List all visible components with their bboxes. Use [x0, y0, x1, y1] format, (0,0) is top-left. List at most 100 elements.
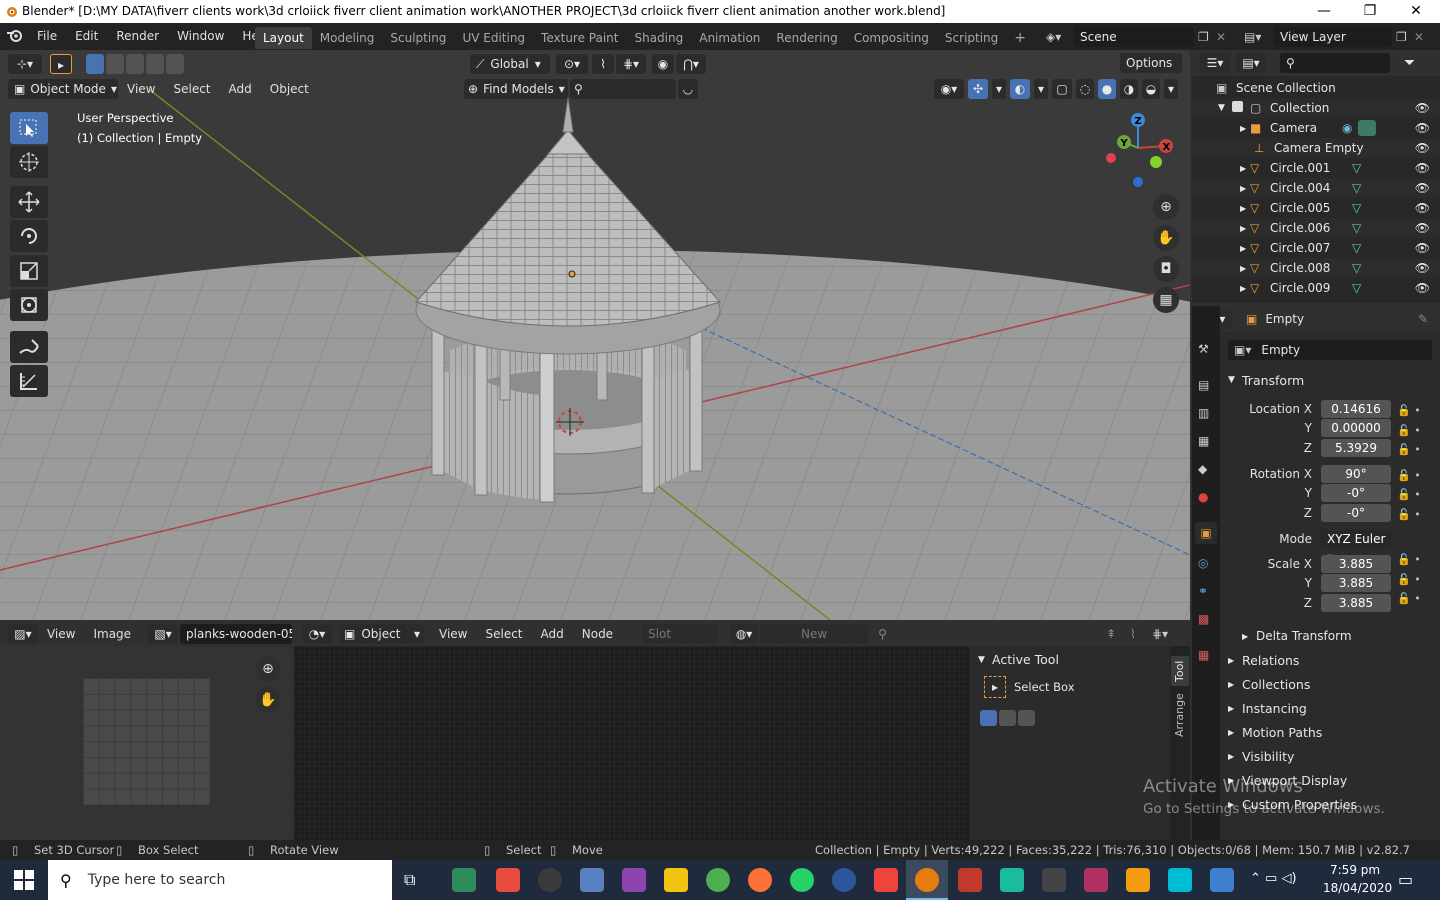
- expand-arrow-icon[interactable]: ▶: [1228, 752, 1242, 761]
- app-icon-5[interactable]: [958, 868, 982, 892]
- camera-view-icon[interactable]: ◘: [1153, 256, 1179, 282]
- scale-z-field[interactable]: 3.885: [1321, 594, 1391, 612]
- scale-x-field[interactable]: 3.885: [1321, 555, 1391, 573]
- falloff-dropdown[interactable]: ⋂▾: [676, 54, 706, 74]
- snap-toggle[interactable]: ⌇: [592, 54, 614, 74]
- image-browse-button[interactable]: ▧▾: [148, 624, 179, 644]
- tab-tool[interactable]: Tool: [1171, 656, 1189, 686]
- expand-arrow-icon[interactable]: ▶: [1240, 244, 1250, 253]
- 3d-viewport[interactable]: ⊹▾ ▸ ⟋Global▾ ⊙▾ ⌇ ⋕▾ ◉ ⋂▾ Options ▾ ▣Ob…: [0, 50, 1190, 620]
- scale-y-field[interactable]: 3.885: [1321, 574, 1391, 592]
- pivot-dropdown[interactable]: ⊙▾: [556, 54, 588, 74]
- pin-icon[interactable]: ⚲: [878, 627, 887, 641]
- tab-sculpting[interactable]: Sculpting: [382, 27, 454, 49]
- unity-icon[interactable]: [1042, 868, 1066, 892]
- select-tool-icon[interactable]: ▸: [50, 54, 72, 74]
- parent-node-icon[interactable]: ⇞: [1106, 627, 1116, 641]
- location-x-field[interactable]: 0.14616: [1321, 400, 1391, 418]
- tool-select-box[interactable]: [10, 112, 48, 144]
- visibility-eye-icon[interactable]: 👁: [1415, 241, 1430, 255]
- location-z-field[interactable]: 5.3929: [1321, 439, 1391, 457]
- notification-icon[interactable]: ▭: [1398, 870, 1413, 889]
- add-workspace-button[interactable]: +: [1006, 27, 1034, 49]
- tab-texture-paint[interactable]: Texture Paint: [533, 27, 626, 49]
- viewport-search-field[interactable]: ⚲: [570, 79, 676, 99]
- object-data-icon[interactable]: ▣▾: [1234, 343, 1251, 357]
- view-layer-field[interactable]: View Layer: [1274, 26, 1392, 47]
- app-icon-10[interactable]: [1210, 868, 1234, 892]
- active-tool-panel[interactable]: Active Tool: [992, 652, 1059, 667]
- outliner-item-camera[interactable]: Camera: [1270, 121, 1317, 135]
- visibility-eye-icon[interactable]: 👁: [1415, 101, 1430, 115]
- outliner-editor-type[interactable]: ☰▾: [1200, 53, 1230, 73]
- visibility-eye-icon[interactable]: 👁: [1415, 181, 1430, 195]
- view-layer-icon[interactable]: ▤▾: [1244, 30, 1274, 44]
- app-icon-9[interactable]: [1168, 868, 1192, 892]
- minimize-button[interactable]: —: [1301, 0, 1347, 23]
- zoom-icon[interactable]: ⊕: [1153, 194, 1179, 220]
- pin-icon[interactable]: ✎: [1418, 312, 1428, 326]
- visibility-panel[interactable]: Visibility: [1242, 749, 1294, 764]
- tool-move[interactable]: [10, 186, 48, 218]
- visibility-eye-icon[interactable]: 👁: [1415, 121, 1430, 135]
- expand-arrow-icon[interactable]: ▼: [1218, 103, 1232, 113]
- xray-toggle[interactable]: ▢: [1052, 79, 1072, 99]
- copy-view-layer-icon[interactable]: ❐: [1396, 30, 1414, 44]
- physics-tab-icon[interactable]: ◎: [1198, 556, 1208, 570]
- app-icon-7[interactable]: [1084, 868, 1108, 892]
- world-tab-icon[interactable]: ●: [1198, 490, 1208, 504]
- tab-arrange[interactable]: Arrange: [1171, 692, 1189, 738]
- lock-icons-column[interactable]: 🔓 • 🔓 • 🔓 • 🔓 • 🔓 • 🔓 • 🔓 • 🔓 • 🔓 •: [1397, 401, 1421, 609]
- outliner-item-circle-001[interactable]: Circle.001: [1270, 161, 1330, 175]
- scene-icon[interactable]: ◈▾: [1046, 30, 1074, 44]
- image-name-field[interactable]: planks-wooden-05-c...: [180, 624, 292, 644]
- texture-tab-icon[interactable]: ▦: [1198, 648, 1209, 662]
- collections-panel[interactable]: Collections: [1242, 677, 1310, 692]
- visibility-eye-icon[interactable]: 👁: [1415, 221, 1430, 235]
- expand-arrow-icon[interactable]: ▼: [978, 655, 992, 665]
- outliner-scene-collection[interactable]: Scene Collection: [1236, 81, 1336, 95]
- editor-type-icon[interactable]: ⊹▾: [8, 54, 42, 74]
- outliner-item-circle-007[interactable]: Circle.007: [1270, 241, 1330, 255]
- word-icon[interactable]: [832, 868, 856, 892]
- expand-arrow-icon[interactable]: ▶: [1242, 632, 1256, 641]
- snap-icon[interactable]: ⌇: [1130, 627, 1136, 641]
- expand-arrow-icon[interactable]: ▶: [1240, 204, 1250, 213]
- mode-invert-icon[interactable]: [146, 54, 164, 74]
- mode-subtract-icon[interactable]: [1018, 710, 1035, 726]
- tab-scripting[interactable]: Scripting: [937, 27, 1006, 49]
- whatsapp-icon[interactable]: [790, 868, 814, 892]
- menu-render[interactable]: Render: [107, 23, 168, 50]
- expand-arrow-icon[interactable]: ▶: [1228, 656, 1242, 665]
- copy-scene-icon[interactable]: ❐: [1198, 30, 1216, 44]
- visibility-eye-icon[interactable]: 👁: [1415, 161, 1430, 175]
- maximize-button[interactable]: ❐: [1347, 0, 1393, 23]
- tab-shading[interactable]: Shading: [626, 27, 691, 49]
- expand-arrow-icon[interactable]: ▶: [1240, 184, 1250, 193]
- outliner-collection[interactable]: Collection: [1270, 101, 1329, 115]
- render-tab-icon[interactable]: ▤: [1198, 378, 1209, 392]
- navigation-gizmo[interactable]: Z X Y: [1100, 110, 1180, 190]
- shading-rendered[interactable]: ◒: [1142, 79, 1160, 99]
- expand-arrow-icon[interactable]: ▶: [1228, 728, 1242, 737]
- clock-time[interactable]: 7:59 pm: [1330, 863, 1380, 877]
- perspective-toggle-icon[interactable]: ▦: [1153, 287, 1179, 313]
- rotation-mode-dropdown[interactable]: XYZ Euler ▾: [1321, 530, 1391, 564]
- shading-dropdown[interactable]: ▾: [1164, 79, 1178, 99]
- data-name-field[interactable]: Empty: [1261, 343, 1300, 357]
- gizmo-toggle[interactable]: ✣: [968, 79, 988, 99]
- task-view-icon[interactable]: ⧉: [404, 870, 415, 890]
- app-icon-1[interactable]: [452, 868, 476, 892]
- object-tab-icon[interactable]: ▣: [1195, 522, 1217, 544]
- outliner-item-circle-005[interactable]: Circle.005: [1270, 201, 1330, 215]
- app-icon-6[interactable]: [1000, 868, 1024, 892]
- mode-intersect-icon[interactable]: [166, 54, 184, 74]
- transform-panel-title[interactable]: Transform: [1242, 373, 1304, 388]
- tool-tab-icon[interactable]: ⚒: [1198, 342, 1209, 356]
- expand-arrow-icon[interactable]: ▶: [1240, 124, 1250, 133]
- outliner-item-circle-008[interactable]: Circle.008: [1270, 261, 1330, 275]
- node-menu-node[interactable]: Node: [573, 622, 622, 646]
- snap-target-dropdown[interactable]: ⋕▾: [616, 54, 646, 74]
- mode-extend-icon[interactable]: [999, 710, 1016, 726]
- tab-modeling[interactable]: Modeling: [312, 27, 383, 49]
